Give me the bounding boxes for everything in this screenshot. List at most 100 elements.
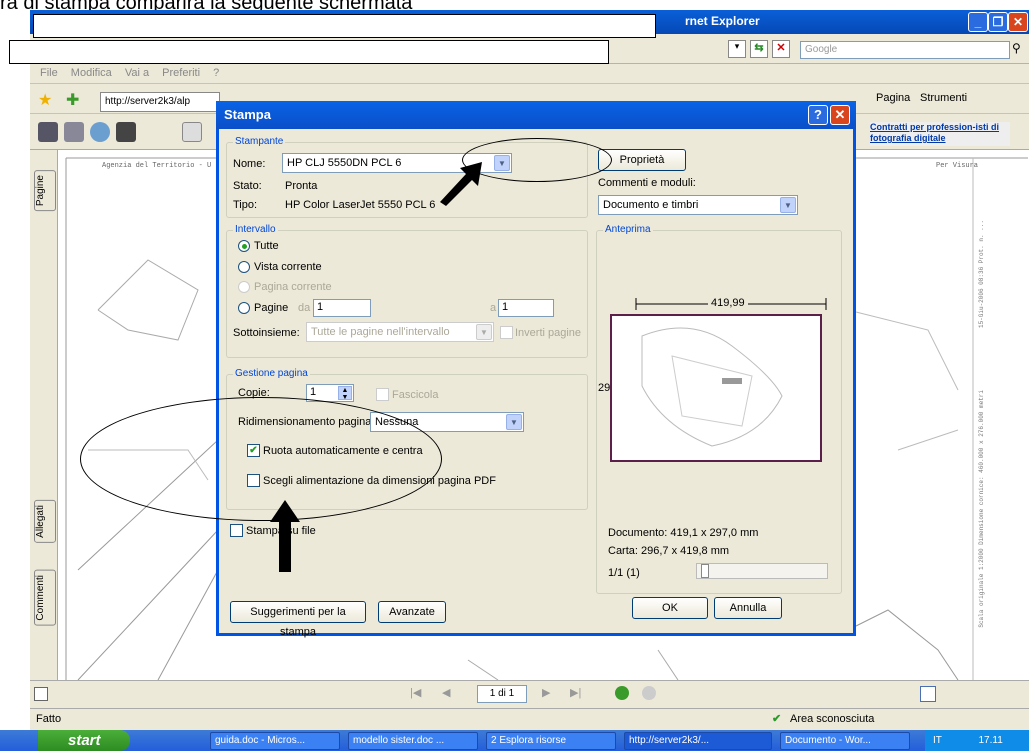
dropdown-icon[interactable]: ▾ [728, 40, 746, 58]
security-zone: Area sconosciuta [790, 713, 875, 725]
hand-tool-icon[interactable] [182, 122, 202, 142]
page-number-input[interactable]: 1 di 1 [477, 685, 527, 703]
tools-menu[interactable]: Strumenti [920, 92, 967, 104]
tab-pagine[interactable]: Pagine [34, 170, 56, 212]
panel-toggle-icon[interactable] [34, 687, 48, 701]
cancel-button[interactable]: Annulla [714, 597, 782, 619]
radio-view-label: Vista corrente [254, 261, 322, 273]
print-icon[interactable] [64, 122, 84, 142]
chevron-down-icon: ▼ [506, 414, 522, 430]
preview-thumbnail [610, 314, 822, 462]
print-to-file-checkbox[interactable] [230, 524, 243, 537]
radio-pages[interactable] [238, 302, 250, 314]
status-bar: Fatto ✔ Area sconosciuta [30, 708, 1029, 730]
printer-value: HP CLJ 5550DN PCL 6 [287, 157, 402, 169]
clock: 17.11 [978, 735, 1003, 746]
reverse-checkbox[interactable] [500, 326, 513, 339]
navigation-pane: Pagine Allegati Commenti [30, 150, 58, 680]
radio-current[interactable] [238, 281, 250, 293]
printer-group-title: Stampante [233, 136, 286, 147]
ad-banner[interactable]: Contratti per profession-isti di fotogra… [870, 122, 1010, 146]
paper-size: Carta: 296,7 x 419,8 mm [608, 545, 730, 557]
help-icon[interactable]: ? [808, 105, 828, 125]
next-page-icon[interactable]: ▶ [542, 686, 550, 699]
single-page-icon[interactable] [920, 686, 936, 702]
menu-modifica[interactable]: Modifica [71, 67, 112, 79]
prev-page-icon[interactable]: ◀ [442, 686, 450, 699]
email-icon[interactable] [90, 122, 110, 142]
collate-label: Fascicola [392, 389, 439, 401]
print-tips-button[interactable]: Suggerimenti per la stampa [230, 601, 366, 638]
menu-preferiti[interactable]: Preferiti [162, 67, 200, 79]
doc-header-left: Agenzia del Territorio - U [102, 162, 212, 170]
page-count: 1/1 (1) [608, 567, 640, 579]
menu-file[interactable]: File [40, 67, 58, 79]
save-icon[interactable] [38, 122, 58, 142]
state-value: Pronta [285, 180, 318, 192]
status-text: Fatto [36, 713, 62, 725]
taskbar-item[interactable]: modello sister.doc ... [348, 732, 478, 750]
comments-label: Commenti e moduli: [598, 177, 696, 189]
taskbar-item[interactable]: 2 Esplora risorse [486, 732, 616, 750]
tab-commenti[interactable]: Commenti [34, 570, 56, 626]
doc-size: Documento: 419,1 x 297,0 mm [608, 527, 759, 539]
state-label: Stato: [233, 180, 262, 192]
first-page-icon[interactable]: |◀ [410, 686, 421, 699]
last-page-icon[interactable]: ▶| [570, 686, 581, 699]
chevron-down-icon: ▼ [780, 197, 796, 213]
radio-all[interactable] [238, 240, 250, 252]
copies-value: 1 [310, 386, 317, 398]
preview-map [641, 327, 783, 447]
tab-allegati[interactable]: Allegati [34, 500, 56, 543]
language-indicator[interactable]: IT [933, 735, 942, 746]
start-button[interactable]: start [38, 730, 130, 751]
menu-help[interactable]: ? [213, 67, 219, 79]
maximize-button[interactable]: ❐ [988, 12, 1008, 32]
back-view-icon[interactable] [615, 686, 629, 700]
radio-view[interactable] [238, 261, 250, 273]
annotation-arrow-icon [270, 500, 300, 572]
refresh-icon[interactable]: ⇆ [750, 40, 768, 58]
doc-side-note-2: 15-Giu-2006 08:36 Prot. n. ... [978, 220, 985, 329]
annotation-oval [80, 397, 442, 521]
dialog-close-icon[interactable]: ✕ [830, 105, 850, 125]
stop-icon[interactable]: ✕ [772, 40, 790, 58]
preview-slider[interactable] [696, 563, 828, 579]
doc-side-note: Scala originale 1:2000 Dimensione cornic… [978, 390, 985, 628]
ok-button[interactable]: OK [632, 597, 708, 619]
search-input[interactable]: Google [800, 41, 1010, 59]
comments-value: Documento e timbri [603, 199, 699, 211]
taskbar-item[interactable]: http://server2k3/... [624, 732, 772, 750]
collate-checkbox[interactable] [376, 388, 389, 401]
menu-vai[interactable]: Vai a [125, 67, 149, 79]
find-icon[interactable] [116, 122, 136, 142]
subset-select[interactable]: Tutte le pagine nell'intervallo ▼ [306, 322, 494, 342]
type-label: Tipo: [233, 199, 258, 211]
comments-select[interactable]: Documento e timbri ▼ [598, 195, 798, 215]
to-input[interactable]: 1 [498, 299, 554, 317]
type-value: HP Color LaserJet 5550 PCL 6 [285, 199, 436, 211]
forward-view-icon[interactable] [642, 686, 656, 700]
radio-current-label: Pagina corrente [254, 281, 332, 293]
browser-title: rnet Explorer [685, 14, 760, 28]
taskbar-item[interactable]: Documento - Wor... [780, 732, 910, 750]
nav-buttons: ▾ ⇆ ✕ [728, 40, 794, 60]
favorites-star-icon[interactable]: ★ [38, 90, 52, 110]
to-label: a [490, 302, 497, 314]
add-favorite-icon[interactable]: ✚ [66, 90, 79, 110]
from-input[interactable]: 1 [313, 299, 371, 317]
redaction-box [33, 14, 656, 38]
taskbar-item[interactable]: guida.doc - Micros... [210, 732, 340, 750]
dialog-title: Stampa [224, 107, 271, 122]
close-button[interactable]: ✕ [1008, 12, 1028, 32]
search-icon[interactable]: ⚲ [1012, 41, 1028, 59]
redaction-box [9, 40, 609, 64]
browser-tab[interactable]: http://server2k3/alp [100, 92, 220, 112]
dialog-titlebar: Stampa ? ✕ [216, 101, 856, 129]
advanced-button[interactable]: Avanzate [378, 601, 446, 623]
spinner-icon[interactable]: ▲ ▼ [338, 386, 352, 401]
page-menu[interactable]: Pagina [876, 92, 910, 104]
slider-handle[interactable] [701, 564, 709, 578]
preview-group-title: Anteprima [603, 224, 653, 235]
minimize-button[interactable]: _ [968, 12, 988, 32]
